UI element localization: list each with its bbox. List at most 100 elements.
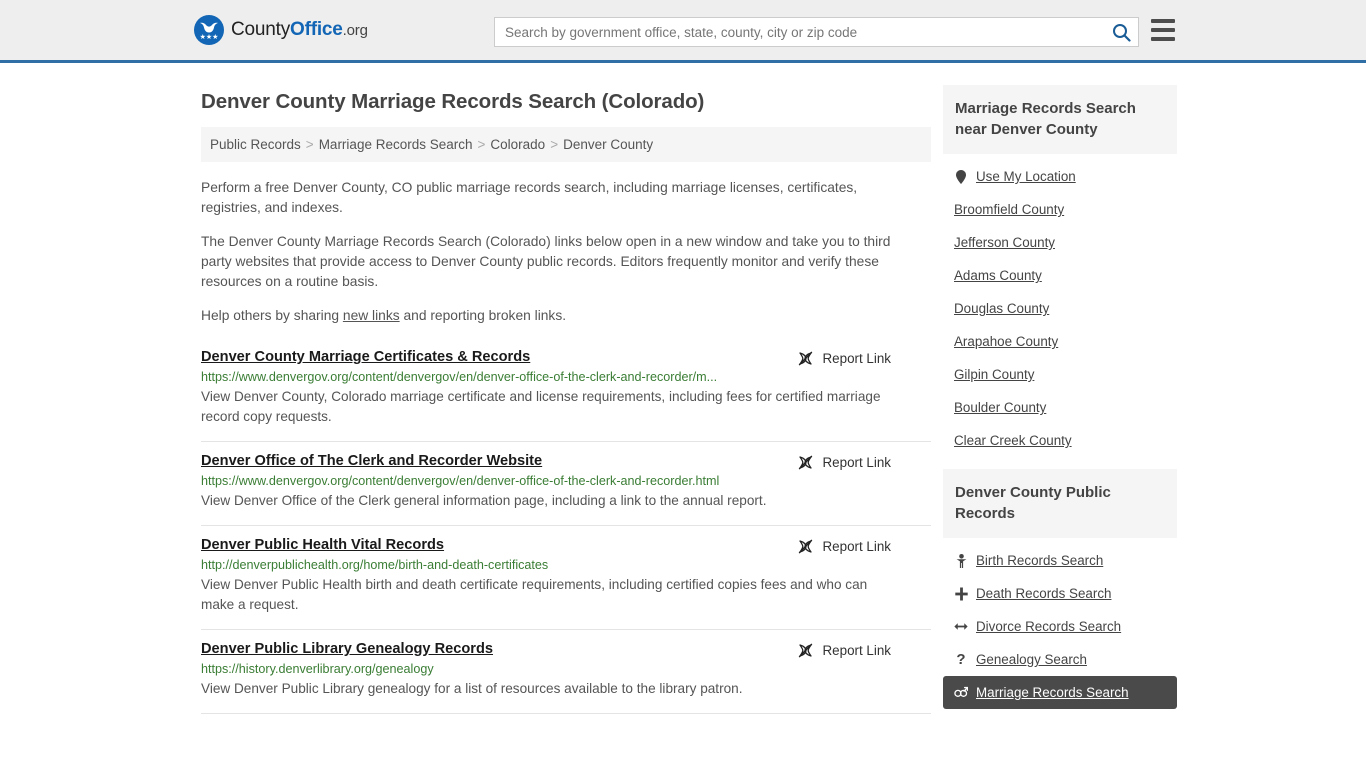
- sidebar-item-label: Use My Location: [976, 169, 1076, 184]
- breadcrumb-item-colorado[interactable]: Colorado: [490, 137, 545, 152]
- logo-stars: ★★★: [199, 34, 219, 41]
- result-description: View Denver Public Library genealogy for…: [201, 681, 743, 696]
- result-title-link[interactable]: Denver County Marriage Certificates & Re…: [201, 349, 530, 365]
- eagle-icon: [200, 22, 218, 33]
- site-header: ★★★ CountyOffice.org: [0, 0, 1366, 63]
- result-description: View Denver Office of the Clerk general …: [201, 493, 767, 508]
- report-link-label: Report Link: [822, 455, 891, 470]
- sidebar-item-label: Marriage Records Search: [976, 685, 1129, 700]
- search-bar[interactable]: [494, 17, 1139, 47]
- sidebar-item-douglas-county[interactable]: Douglas County: [943, 292, 1177, 325]
- intro-text: Perform a free Denver County, CO public …: [201, 178, 931, 326]
- sidebar-item-genealogy-search[interactable]: ? Genealogy Search: [943, 643, 1177, 676]
- sidebar-item-label: Death Records Search: [976, 586, 1112, 601]
- sidebar-item-label: Divorce Records Search: [976, 619, 1122, 634]
- gender-symbols-icon: [954, 686, 968, 699]
- intro-p3-before: Help others by sharing: [201, 308, 343, 323]
- report-link-button[interactable]: Report Link: [797, 454, 891, 471]
- public-records-heading: Denver County Public Records: [943, 469, 1177, 538]
- sidebar-item-death-records-search[interactable]: Death Records Search: [943, 577, 1177, 610]
- new-links-link[interactable]: new links: [343, 308, 400, 323]
- sidebar-item-label: Arapahoe County: [954, 334, 1059, 349]
- logo-text-org: .org: [342, 22, 368, 39]
- sidebar-item-jefferson-county[interactable]: Jefferson County: [943, 226, 1177, 259]
- intro-paragraph-1: Perform a free Denver County, CO public …: [201, 180, 858, 215]
- sidebar-item-label: Jefferson County: [954, 235, 1055, 250]
- site-logo[interactable]: ★★★ CountyOffice.org: [194, 15, 368, 45]
- broken-link-icon: [798, 455, 812, 470]
- sidebar: Marriage Records Search near Denver Coun…: [943, 63, 1177, 721]
- broken-link-icon: [798, 539, 812, 554]
- sidebar-item-label: Adams County: [954, 268, 1042, 283]
- sidebar-item-adams-county[interactable]: Adams County: [943, 259, 1177, 292]
- sidebar-item-use-my-location[interactable]: Use My Location: [943, 160, 1177, 193]
- sidebar-item-broomfield-county[interactable]: Broomfield County: [943, 193, 1177, 226]
- sidebar-item-label: Clear Creek County: [954, 433, 1072, 448]
- sidebar-item-arapahoe-county[interactable]: Arapahoe County: [943, 325, 1177, 358]
- breadcrumb-item-denver-county[interactable]: Denver County: [563, 137, 653, 152]
- report-link-button[interactable]: Report Link: [797, 350, 891, 367]
- results-list: Denver County Marriage Certificates & Re…: [201, 340, 931, 714]
- logo-text-county: County: [231, 19, 291, 40]
- report-link-button[interactable]: Report Link: [797, 538, 891, 555]
- sidebar-item-label: Genealogy Search: [976, 652, 1087, 667]
- report-link-label: Report Link: [822, 643, 891, 658]
- breadcrumb-item-marriage-records-search[interactable]: Marriage Records Search: [319, 137, 473, 152]
- result-item: Denver County Marriage Certificates & Re…: [201, 340, 931, 442]
- intro-p3-after: and reporting broken links.: [399, 308, 567, 323]
- search-button[interactable]: [1104, 18, 1138, 46]
- broken-link-icon: [798, 643, 812, 658]
- hamburger-bar: [1151, 28, 1175, 32]
- sidebar-item-label: Broomfield County: [954, 202, 1065, 217]
- result-title-link[interactable]: Denver Public Library Genealogy Records: [201, 641, 493, 657]
- public-records-list: Birth Records Search Death Records Searc…: [943, 538, 1177, 709]
- nearby-counties-list: Use My Location Broomfield County Jeffer…: [943, 154, 1177, 457]
- intro-paragraph-3: Help others by sharing new links and rep…: [201, 306, 891, 326]
- broken-link-icon: [798, 351, 812, 366]
- report-link-button[interactable]: Report Link: [797, 642, 891, 659]
- public-records-panel: Denver County Public Records Birth Recor…: [943, 469, 1177, 709]
- left-right-arrow-icon: [954, 621, 968, 632]
- result-url: https://www.denvergov.org/content/denver…: [201, 370, 718, 384]
- breadcrumb-item-public-records[interactable]: Public Records: [210, 137, 301, 152]
- sidebar-item-gilpin-county[interactable]: Gilpin County: [943, 358, 1177, 391]
- main-content: Denver County Marriage Records Search (C…: [201, 63, 931, 721]
- result-description: View Denver Public Health birth and deat…: [201, 577, 868, 612]
- sidebar-item-divorce-records-search[interactable]: Divorce Records Search: [943, 610, 1177, 643]
- sidebar-item-label: Gilpin County: [954, 367, 1035, 382]
- sidebar-item-label: Birth Records Search: [976, 553, 1104, 568]
- baby-icon: [954, 553, 968, 568]
- site-logo-text: CountyOffice.org: [231, 19, 368, 41]
- cross-icon: [954, 587, 968, 601]
- sidebar-item-marriage-records-search[interactable]: Marriage Records Search: [943, 676, 1177, 709]
- result-item: Denver Office of The Clerk and Recorder …: [201, 442, 931, 526]
- sidebar-item-birth-records-search[interactable]: Birth Records Search: [943, 544, 1177, 577]
- sidebar-item-clear-creek-county[interactable]: Clear Creek County: [943, 424, 1177, 457]
- logo-text-office: Office: [290, 19, 343, 40]
- result-url: http://denverpublichealth.org/home/birth…: [201, 558, 549, 572]
- breadcrumb: Public Records > Marriage Records Search > C…: [201, 127, 931, 162]
- result-url: https://www.denvergov.org/content/denver…: [201, 474, 720, 488]
- hamburger-bar: [1151, 37, 1175, 41]
- report-link-label: Report Link: [822, 351, 891, 366]
- map-pin-icon: [954, 169, 968, 184]
- nearby-counties-heading: Marriage Records Search near Denver Coun…: [943, 85, 1177, 154]
- sidebar-item-label: Boulder County: [954, 400, 1047, 415]
- result-description: View Denver County, Colorado marriage ce…: [201, 389, 881, 424]
- result-title-link[interactable]: Denver Office of The Clerk and Recorder …: [201, 453, 542, 469]
- page-title: Denver County Marriage Records Search (C…: [201, 90, 705, 113]
- sidebar-item-boulder-county[interactable]: Boulder County: [943, 391, 1177, 424]
- result-url: https://history.denverlibrary.org/geneal…: [201, 662, 434, 676]
- breadcrumb-separator: >: [305, 137, 314, 152]
- intro-paragraph-2: The Denver County Marriage Records Searc…: [201, 234, 891, 289]
- search-input[interactable]: [495, 18, 1104, 46]
- hamburger-menu-icon[interactable]: [1151, 19, 1175, 41]
- result-title-link[interactable]: Denver Public Health Vital Records: [201, 537, 444, 553]
- breadcrumb-separator: >: [477, 137, 486, 152]
- countyoffice-logo-icon: ★★★: [194, 15, 224, 45]
- question-mark-icon: ?: [956, 650, 966, 668]
- search-icon: [1112, 23, 1131, 42]
- page-body: Denver County Marriage Records Search (C…: [0, 63, 1366, 721]
- result-item: Denver Public Library Genealogy Records …: [201, 630, 931, 714]
- breadcrumb-separator: >: [550, 137, 559, 152]
